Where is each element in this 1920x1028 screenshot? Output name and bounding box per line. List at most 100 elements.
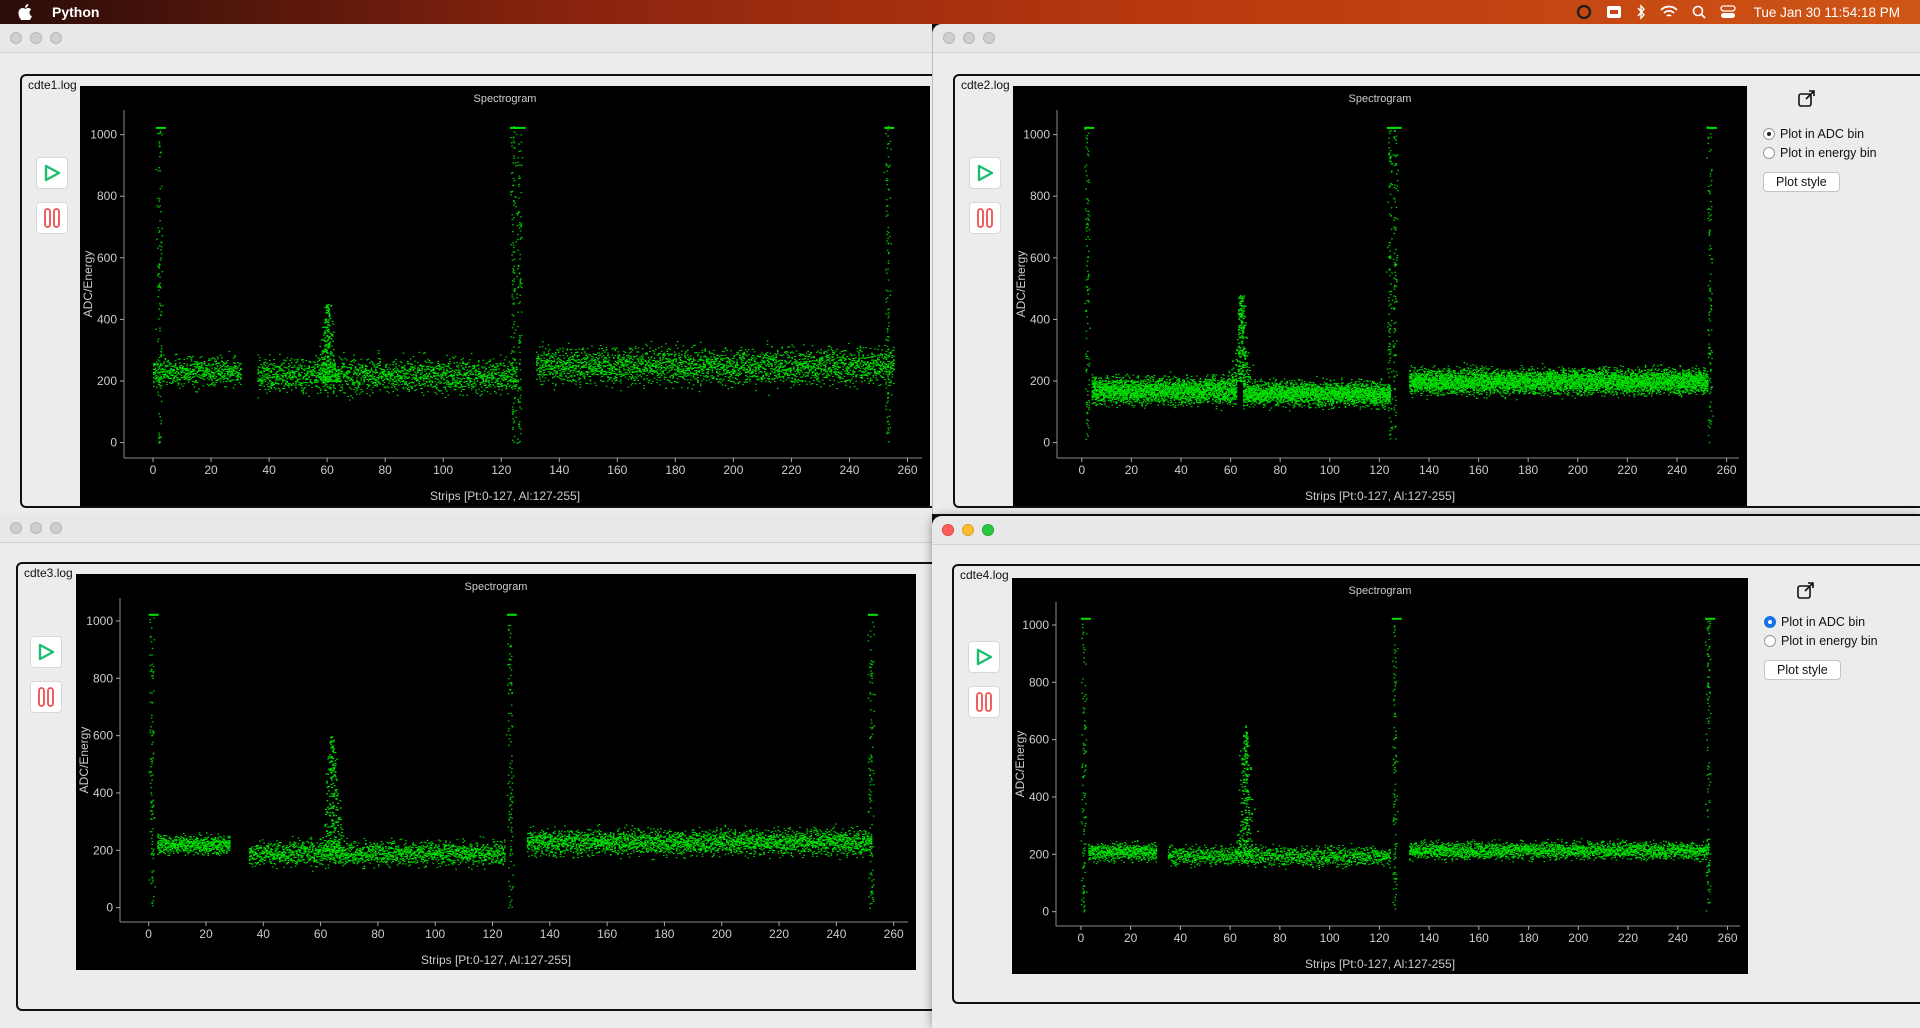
data-point [588, 375, 590, 377]
data-point [311, 366, 313, 368]
data-point [361, 383, 364, 385]
data-point [631, 366, 634, 368]
data-point [653, 365, 656, 367]
data-point [637, 370, 640, 372]
data-point [462, 362, 464, 364]
search-icon[interactable] [1692, 5, 1706, 19]
data-point [450, 368, 453, 370]
wifi-icon[interactable] [1659, 5, 1678, 19]
data-point [317, 371, 319, 373]
data-point [588, 371, 590, 373]
data-point [218, 368, 220, 370]
data-point [495, 369, 497, 371]
data-point [309, 362, 312, 364]
pause-button[interactable] [36, 202, 68, 234]
data-point [673, 358, 676, 360]
data-point [608, 356, 611, 358]
sync-icon[interactable] [1576, 4, 1592, 20]
data-point [805, 363, 808, 365]
data-point [177, 384, 180, 386]
data-point [200, 369, 203, 371]
data-point [430, 380, 432, 382]
data-point [649, 370, 651, 372]
spectrogram-plot[interactable]: Spectrogram 0 200 400 600 800 1000 0 20 40 60 80 100… [80, 86, 930, 506]
control-center-icon[interactable] [1719, 5, 1736, 19]
data-point [460, 390, 463, 392]
data-point [814, 377, 817, 379]
data-point [655, 367, 657, 369]
data-point [552, 368, 554, 370]
data-point [713, 360, 715, 362]
data-point [708, 361, 711, 363]
data-point [794, 362, 796, 364]
data-point [257, 373, 260, 375]
data-point [301, 390, 303, 392]
data-point [637, 368, 640, 370]
data-point [701, 380, 704, 382]
data-point [280, 383, 283, 385]
data-point [746, 355, 748, 357]
data-point [447, 364, 450, 366]
data-point [575, 366, 577, 368]
data-point [231, 373, 233, 375]
data-point [353, 354, 355, 356]
data-point [205, 367, 207, 369]
data-point [698, 372, 701, 374]
menu-clock[interactable]: Tue Jan 30 11:54:18 PM [1754, 5, 1900, 20]
data-point [283, 366, 286, 368]
data-point [549, 360, 551, 362]
app-name[interactable]: Python [52, 4, 99, 20]
data-point [228, 368, 231, 370]
data-point [660, 370, 663, 372]
data-point [466, 377, 468, 379]
data-point [672, 361, 674, 363]
data-point [189, 379, 191, 381]
play-button[interactable] [36, 157, 68, 189]
data-point [389, 378, 392, 380]
data-point [421, 376, 423, 378]
data-point [386, 363, 389, 365]
titlebar[interactable] [0, 24, 932, 53]
data-point [375, 378, 377, 380]
data-point [791, 344, 793, 346]
data-point [444, 386, 447, 388]
apple-icon[interactable] [18, 4, 32, 20]
data-point [724, 368, 727, 370]
data-point [430, 385, 432, 387]
data-point [155, 377, 158, 379]
data-point [388, 373, 390, 375]
data-point [656, 362, 659, 364]
data-point [170, 365, 172, 367]
data-point [733, 355, 735, 357]
data-point [782, 372, 785, 374]
data-point [269, 368, 271, 370]
data-point [214, 369, 216, 371]
data-point [702, 359, 705, 361]
data-point [290, 371, 293, 373]
data-point [361, 371, 364, 373]
window-controls[interactable] [10, 32, 62, 44]
screen-share-icon[interactable] [1606, 5, 1622, 19]
data-point [589, 362, 592, 364]
data-point [182, 377, 184, 379]
data-point [740, 366, 743, 368]
data-point [678, 368, 680, 370]
data-point [366, 393, 368, 395]
bluetooth-icon[interactable] [1636, 4, 1646, 20]
data-point [507, 374, 509, 376]
data-point [318, 387, 320, 389]
data-point [171, 370, 174, 372]
data-point [214, 383, 216, 385]
data-point [321, 382, 323, 384]
data-point [817, 361, 820, 363]
data-point [257, 370, 260, 372]
data-point [805, 375, 808, 377]
data-point [330, 388, 332, 390]
data-point [730, 365, 733, 367]
data-point [463, 385, 466, 387]
data-point [682, 370, 685, 372]
data-point [663, 352, 666, 354]
data-point [177, 371, 180, 373]
data-point [586, 348, 589, 350]
data-point [691, 363, 693, 365]
